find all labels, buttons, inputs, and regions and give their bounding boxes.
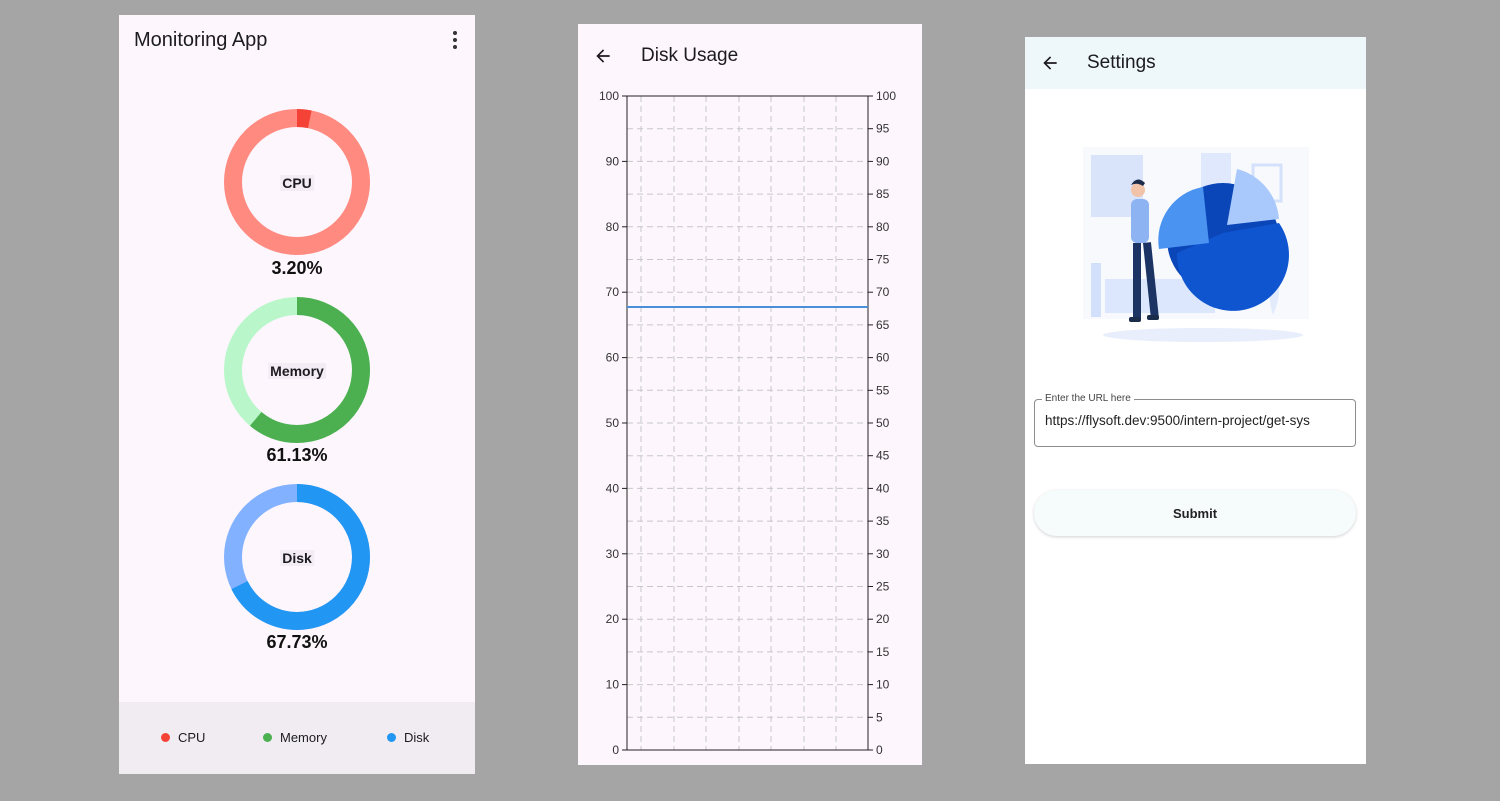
right-tick-label: 85	[876, 187, 890, 201]
pie-chart-illustration	[1083, 147, 1309, 342]
legend-label: Disk	[404, 730, 430, 745]
right-tick-label: 0	[876, 743, 883, 757]
left-tick-label: 10	[606, 678, 620, 692]
legend-dot-icon	[387, 733, 396, 742]
left-tick-label: 40	[606, 481, 620, 495]
legend-dot-icon	[161, 733, 170, 742]
disk-gauge-label: Disk	[280, 550, 314, 566]
url-field-label: Enter the URL here	[1042, 393, 1134, 404]
legend-label: Memory	[280, 730, 327, 745]
right-tick-label: 60	[876, 351, 890, 365]
left-tick-label: 100	[599, 89, 619, 103]
gauges-area	[224, 109, 370, 630]
page-title: Settings	[1087, 52, 1156, 73]
left-tick-label: 60	[606, 351, 620, 365]
right-tick-label: 100	[876, 89, 896, 103]
right-tick-label: 90	[876, 154, 890, 168]
left-tick-label: 20	[606, 612, 620, 626]
submit-button[interactable]: Submit	[1034, 490, 1356, 536]
right-tick-label: 50	[876, 416, 890, 430]
url-field[interactable]: Enter the URL here	[1034, 393, 1356, 447]
right-tick-label: 40	[876, 481, 890, 495]
legend-bar: CPU Memory Disk	[119, 702, 475, 774]
disk-usage-chart: 0 10 20 30 40 50 60 70 80 90 100 0 5 10 15 20 25 30 35 40 45…	[599, 89, 896, 757]
memory-gauge-label: Memory	[268, 363, 326, 379]
right-tick-label: 35	[876, 514, 890, 528]
right-tick-label: 45	[876, 449, 890, 463]
right-tick-label: 20	[876, 612, 890, 626]
arrow-back-icon[interactable]	[1040, 53, 1060, 73]
legend-item-cpu[interactable]: CPU	[161, 730, 205, 745]
left-tick-label: 30	[606, 547, 620, 561]
left-tick-label: 0	[612, 743, 619, 757]
right-tick-label: 55	[876, 383, 890, 397]
right-tick-label: 5	[876, 710, 883, 724]
right-tick-label: 65	[876, 318, 890, 332]
monitoring-screen: Monitoring App CPU 3.20% Memory 61.13% D…	[119, 15, 475, 774]
disk-usage-screen: Disk Usage 0 10 20 30 40 50 60 70 80 90 100 0 5 10 15 2…	[578, 24, 922, 765]
right-tick-label: 15	[876, 645, 890, 659]
right-tick-label: 30	[876, 547, 890, 561]
right-tick-label: 75	[876, 253, 890, 267]
legend-dot-icon	[263, 733, 272, 742]
left-tick-label: 50	[606, 416, 620, 430]
right-tick-label: 25	[876, 580, 890, 594]
legend-item-disk[interactable]: Disk	[387, 730, 429, 745]
app-bar: Settings	[1025, 37, 1366, 89]
left-tick-label: 70	[606, 285, 620, 299]
cpu-percent: 3.20%	[271, 258, 323, 278]
right-tick-label: 95	[876, 122, 890, 136]
right-tick-label: 10	[876, 678, 890, 692]
cpu-gauge-label: CPU	[280, 175, 314, 191]
memory-percent: 61.13%	[266, 445, 328, 465]
settings-screen: Settings Enter the URL here Submit	[1025, 37, 1366, 764]
legend-label: CPU	[178, 730, 206, 745]
right-tick-label: 70	[876, 285, 890, 299]
url-input[interactable]	[1045, 413, 1349, 428]
left-tick-label: 90	[606, 154, 620, 168]
disk-percent: 67.73%	[266, 632, 328, 652]
legend-item-memory[interactable]: Memory	[263, 730, 327, 745]
right-tick-label: 80	[876, 220, 890, 234]
left-tick-label: 80	[606, 220, 620, 234]
